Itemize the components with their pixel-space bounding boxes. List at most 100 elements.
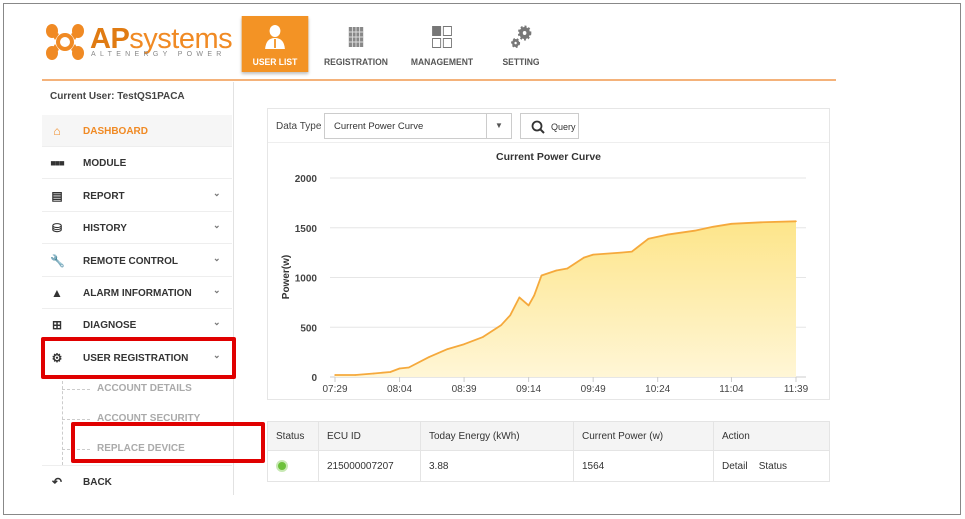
data-point [592,253,594,256]
data-point [583,256,585,259]
query-label: Query [551,122,576,132]
x-tick-label: 07:29 [322,384,347,395]
today-energy-cell: 3.88 [420,450,574,482]
medkit-icon: ⊞ [51,318,63,332]
chevron-down-icon: ⌄ [213,253,221,263]
tab-management[interactable]: MANAGEMENT [408,16,476,72]
data-point [555,269,558,272]
y-tick-label: 2000 [295,174,318,185]
chevron-down-icon: ⌄ [213,317,221,327]
data-point [540,274,543,277]
data-type-label: Data Type [276,121,322,132]
tree-branch [62,389,90,390]
status-online-icon [276,460,288,472]
status-link[interactable]: Status [759,461,787,472]
data-point [407,366,410,369]
action-cell: Detail Status [713,450,830,482]
caret-down-icon[interactable]: ▼ [486,114,511,138]
detail-link[interactable]: Detail [722,461,748,472]
wrench-icon: 🔧 [50,254,65,268]
col-ecu-id: ECU ID [318,421,421,451]
user-icon [265,25,285,49]
tab-setting[interactable]: SETTING [490,16,551,72]
y-tick-label: 500 [300,323,317,334]
data-point [354,374,357,376]
tab-label: USER LIST [252,57,298,68]
data-point [620,251,622,254]
report-icon: ▤ [51,189,63,203]
x-tick-label: 09:14 [516,384,541,395]
x-tick-label: 08:39 [452,384,477,395]
data-point [566,267,569,270]
warning-icon: ▲ [51,286,63,300]
sidebar-item-back[interactable]: ↶ BACK [42,465,232,497]
col-action: Action [713,421,830,451]
status-cell [267,450,319,482]
sidebar-item-label: DIAGNOSE [83,320,137,331]
sidebar-item-label: REMOTE CONTROL [83,256,178,267]
data-point [481,336,484,338]
submenu-account-details[interactable]: ACCOUNT DETAILS [97,383,192,394]
back-icon: ↶ [51,475,63,489]
data-point [428,356,430,358]
tree-branch [62,419,90,420]
sidebar-item-label: ALARM INFORMATION [83,288,192,299]
y-tick-label: 1000 [295,274,318,285]
col-today-energy: Today Energy (kWh) [420,421,574,451]
grid-icon [432,26,452,48]
tab-label: SETTING [502,57,540,68]
sidebar-item-history[interactable]: ⛁ HISTORY ⌄ [42,212,232,244]
sidebar-item-label: DASHBOARD [83,126,148,137]
chevron-down-icon: ⌄ [213,188,221,198]
database-icon: ⛁ [51,221,63,235]
ecu-table: Status ECU ID Today Energy (kWh) Current… [267,421,830,482]
header-divider [42,79,836,81]
brand-tagline: ALTENERGY POWER [91,51,226,58]
gears-icon [511,25,532,48]
tab-label: REGISTRATION [324,57,388,68]
data-point [389,371,392,373]
area-fill [335,221,796,377]
tab-user-list[interactable]: USER LIST [241,16,309,72]
data-point [666,233,668,236]
data-point [500,324,502,327]
sidebar-item-label: BACK [83,477,112,488]
y-tick-label: 1500 [295,224,318,235]
sidebar-item-label: REPORT [83,191,125,202]
tab-registration[interactable]: REGISTRATION [322,16,390,72]
data-point [760,221,762,224]
data-point [795,220,797,223]
sidebar-item-dashboard[interactable]: ⌂ DASHBOARD [42,115,232,147]
table-row: 215000007207 3.88 1564 Detail Status [267,450,830,482]
x-tick-label: 10:24 [645,384,670,395]
x-tick-label: 11:39 [784,384,809,395]
tab-label: MANAGEMENT [410,57,474,68]
x-tick-label: 11:04 [719,384,744,395]
data-point [446,348,449,350]
y-tick-label: 0 [311,373,317,384]
data-point [712,225,714,228]
chevron-down-icon: ⌄ [213,285,221,295]
data-point [463,343,465,345]
data-point [533,294,535,297]
data-type-select[interactable]: Current Power Curve ▼ [324,113,512,139]
data-point [518,296,521,299]
home-icon: ⌂ [53,124,61,138]
sidebar-item-report[interactable]: ▤ REPORT ⌄ [42,180,232,212]
sidebar-item-module[interactable]: ■■■ MODULE [42,147,232,179]
search-icon [531,120,545,134]
sidebar-item-remote-control[interactable]: 🔧 REMOTE CONTROL ⌄ [42,245,232,277]
modules-icon: ■■■ [50,158,64,168]
solar-panel-icon [348,27,364,47]
sidebar-item-alarm-information[interactable]: ▲ ALARM INFORMATION ⌄ [42,277,232,309]
highlight-box-replace-device [71,422,265,463]
x-tick-label: 08:04 [387,384,412,395]
query-button[interactable]: Query [520,113,579,139]
data-point [509,314,511,317]
data-point [334,374,336,376]
table-header-row: Status ECU ID Today Energy (kWh) Current… [267,421,830,451]
highlight-box-user-registration [41,337,236,379]
sidebar-item-label: MODULE [83,158,127,169]
data-point [527,304,530,307]
data-point [647,237,650,240]
